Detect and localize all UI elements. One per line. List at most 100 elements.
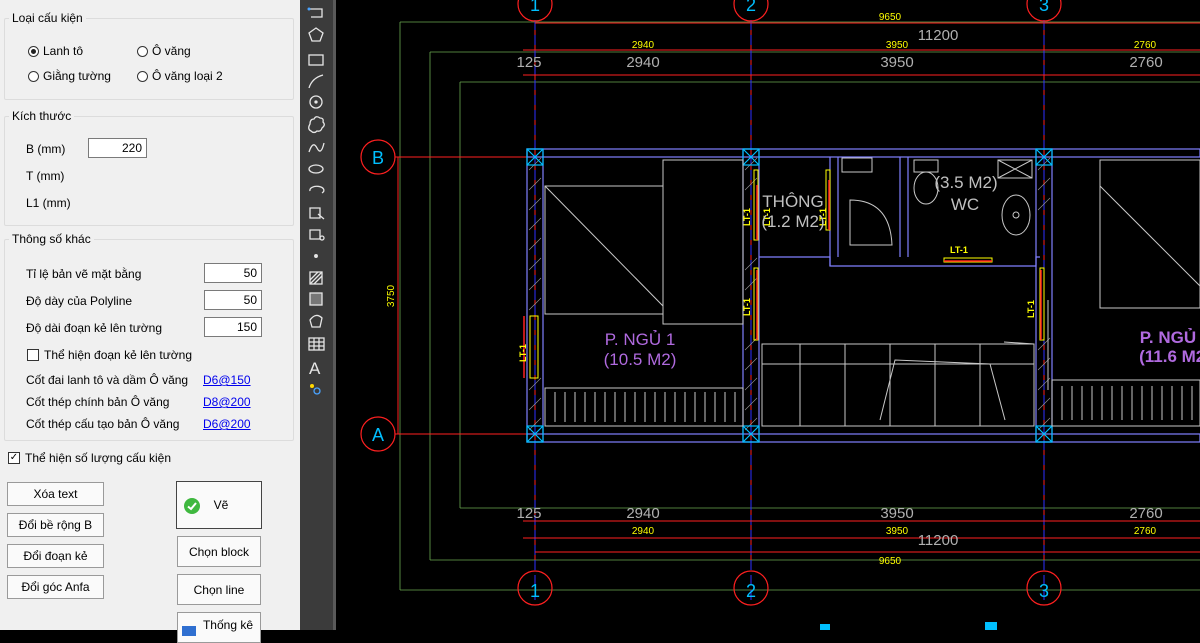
radio-dot[interactable] xyxy=(28,70,39,82)
floor-plan-drawing[interactable]: 1 2 3 1 2 3 B A 9650 2940 3950 2760 1120… xyxy=(336,0,1200,630)
arc-icon[interactable] xyxy=(308,74,324,89)
revision-cloud-icon[interactable] xyxy=(308,116,325,134)
dimension-text-outer-top: 11200 125 2940 3950 2760 xyxy=(516,27,1162,71)
axis-label-3-top: 3 xyxy=(1039,0,1049,15)
spline-icon[interactable] xyxy=(308,142,325,153)
axis-labels: 1 2 3 1 2 3 B A xyxy=(372,0,1049,601)
ellipse-icon[interactable] xyxy=(308,164,324,174)
radio-o-vang[interactable]: Ô văng xyxy=(137,44,191,58)
l1-label: L1 (mm) xyxy=(26,196,71,210)
radio-dot[interactable] xyxy=(137,70,148,82)
make-block-icon[interactable] xyxy=(309,229,325,241)
dim-axis-span-1-top: 2940 xyxy=(632,40,655,51)
dimension-text-outer-bottom: 125 2940 3950 2760 11200 xyxy=(516,505,1162,549)
partial-bottom-text xyxy=(820,622,997,630)
lintel-tag: LT-1 xyxy=(742,208,752,226)
stirrup-link[interactable]: D6@150 xyxy=(203,373,251,387)
lintel-tags: LT-1 LT-1 LT-1 LT-1 LT-1 LT-1 LT-1 xyxy=(518,208,1036,362)
radio-label: Ô văng loại 2 xyxy=(152,69,223,83)
dist-steel-link[interactable]: D6@200 xyxy=(203,417,251,431)
select-block-button[interactable]: Chọn block xyxy=(177,536,261,567)
lintel-tag: LT-1 xyxy=(742,298,752,316)
axis-bubbles xyxy=(360,0,1062,606)
dim-axis-span-2-bottom: 3950 xyxy=(886,526,909,537)
dim-overall-bottom: 11200 xyxy=(918,532,959,549)
draw-label: Vẽ xyxy=(213,498,229,512)
polyline-input[interactable]: 50 xyxy=(204,290,262,310)
polyline-icon[interactable] xyxy=(307,7,323,18)
axis-label-3-bottom: 3 xyxy=(1039,581,1049,601)
polygon-icon[interactable] xyxy=(308,27,324,42)
room-name-bedroom-2: P. NGỦ 2 xyxy=(1140,328,1200,347)
region-icon[interactable] xyxy=(309,314,323,328)
room-area-wc: (3.5 M2) xyxy=(934,173,997,192)
dimension-lines-bottom xyxy=(523,520,1200,553)
main-steel-link[interactable]: D8@200 xyxy=(203,395,251,409)
axis-label-a: A xyxy=(372,425,384,445)
dim-outer-1-bottom: 125 xyxy=(516,505,541,522)
radio-o-vang-loai-2[interactable]: Ô văng loại 2 xyxy=(137,69,223,83)
radio-giang-tuong[interactable]: Giằng tường xyxy=(28,69,111,83)
stirrup-label: Cốt đai lanh tô và dầm Ô văng xyxy=(26,373,189,387)
show-tick-checkbox[interactable]: Thể hiện đoạn kẻ lên tường xyxy=(27,348,192,362)
radio-label: Ô văng xyxy=(152,44,191,58)
change-angle-button[interactable]: Đổi góc Anfa xyxy=(7,575,104,599)
scale-input[interactable]: 50 xyxy=(204,263,262,283)
axis-label-1-bottom: 1 xyxy=(530,581,540,601)
b-input[interactable]: 220 xyxy=(88,138,147,158)
statistics-button[interactable]: Thống kê xyxy=(177,612,261,643)
circle-icon[interactable] xyxy=(309,95,323,109)
gradient-icon[interactable] xyxy=(309,292,323,306)
room-labels: P. NGỦ 1 (10.5 M2) P. NGỦ 2 (11.6 M2) xyxy=(604,328,1200,369)
select-line-button[interactable]: Chọn line xyxy=(177,574,261,605)
tick-length-label: Độ dài đoạn kẻ lên tường xyxy=(26,321,162,335)
check-icon xyxy=(184,498,200,514)
toolbar-icons: A xyxy=(307,7,325,395)
axis-label-2-top: 2 xyxy=(746,0,756,15)
dim-axis-total-top: 9650 xyxy=(879,12,902,23)
draw-toolbar: A xyxy=(300,0,333,630)
room-area-bedroom-1: (10.5 M2) xyxy=(604,350,677,369)
axis-label-b: B xyxy=(372,148,384,168)
scale-label: Tỉ lệ bản vẽ mặt bằng xyxy=(26,267,142,281)
change-width-button[interactable]: Đổi bề rộng B xyxy=(7,513,104,537)
add-selected-icon[interactable] xyxy=(310,384,321,395)
radio-dot[interactable] xyxy=(137,45,148,57)
radio-lanh-to[interactable]: Lanh tô xyxy=(28,44,83,58)
other-params-title: Thông số khác xyxy=(9,232,94,246)
delete-text-button[interactable]: Xóa text xyxy=(7,482,104,506)
dim-axis-total-bottom: 9650 xyxy=(879,556,902,567)
show-count-checkbox[interactable]: ✓ Thể hiện số lượng cấu kiện xyxy=(8,451,171,465)
walls xyxy=(526,148,1200,443)
dim-outer-2-top: 2940 xyxy=(626,54,659,71)
property-panel: Loại cấu kiện Lanh tô Ô văng Giằng tường… xyxy=(0,0,300,643)
t-label: T (mm) xyxy=(26,169,65,183)
change-tick-button[interactable]: Đổi đoạn kẻ xyxy=(7,544,104,568)
dimension-lines-top xyxy=(523,22,1200,76)
point-icon[interactable] xyxy=(314,254,318,258)
ellipse-arc-icon[interactable] xyxy=(309,185,325,194)
dim-outer-2-bottom: 2940 xyxy=(626,505,659,522)
cad-drawing-canvas[interactable]: 1 2 3 1 2 3 B A 9650 2940 3950 2760 1120… xyxy=(336,0,1200,630)
lintel-tag: LT-1 xyxy=(950,245,968,255)
table-icon[interactable] xyxy=(308,337,325,351)
checkbox-box[interactable] xyxy=(27,349,39,361)
rectangle-icon[interactable] xyxy=(308,54,324,66)
dim-axis-span-1-bottom: 2940 xyxy=(632,526,655,537)
checkbox-box-checked[interactable]: ✓ xyxy=(8,452,20,464)
grid-center-lines xyxy=(534,20,1045,600)
dim-outer-3-bottom: 3950 xyxy=(880,505,913,522)
hatch-icon[interactable] xyxy=(309,271,323,285)
room-area-thong: (1.2 M2) xyxy=(761,212,824,231)
dimensions-title: Kích thước xyxy=(9,109,75,123)
draw-button[interactable]: Vẽ xyxy=(176,481,262,529)
insert-block-icon[interactable] xyxy=(309,207,325,220)
radio-dot-selected[interactable] xyxy=(28,45,39,57)
table-icon xyxy=(182,626,196,636)
tick-length-input[interactable]: 150 xyxy=(204,317,262,337)
dimension-text-top: 9650 2940 3950 2760 xyxy=(632,12,1157,51)
dimension-text-bottom: 2940 3950 2760 9650 xyxy=(632,526,1157,567)
lintel-tag: LT-1 xyxy=(518,344,528,362)
component-type-group xyxy=(4,18,294,100)
mtext-icon[interactable]: A xyxy=(309,359,321,378)
